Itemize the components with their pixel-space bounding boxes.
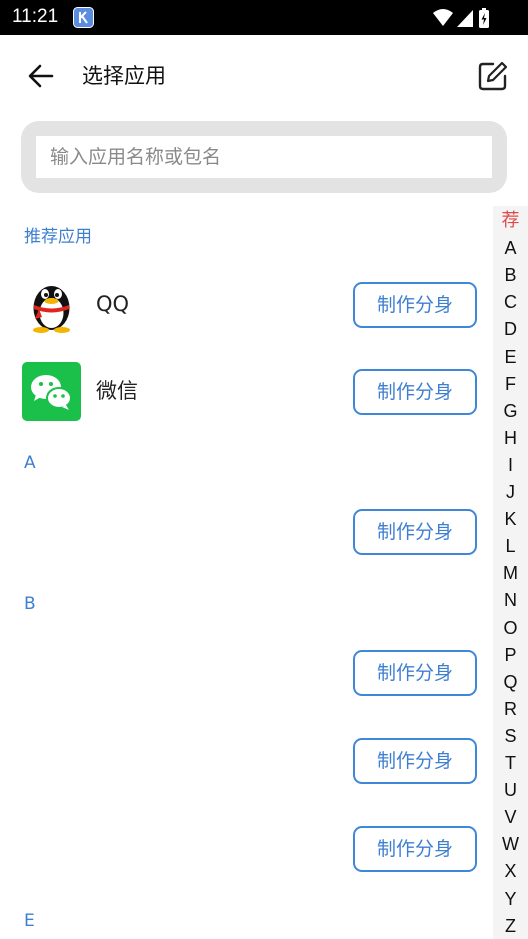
section-header-b: B bbox=[24, 594, 36, 614]
index-letter-15[interactable]: O bbox=[493, 617, 528, 639]
create-clone-button[interactable]: 制作分身 bbox=[353, 650, 477, 696]
index-letter-4[interactable]: D bbox=[493, 318, 528, 340]
index-letter-18[interactable]: R bbox=[493, 698, 528, 720]
index-letter-6[interactable]: F bbox=[493, 373, 528, 395]
app-name: QQ bbox=[96, 292, 130, 316]
index-letter-22[interactable]: V bbox=[493, 806, 528, 828]
section-header-a: A bbox=[24, 453, 36, 473]
index-letter-11[interactable]: K bbox=[493, 508, 528, 530]
section-header-recommended: 推荐应用 bbox=[24, 227, 92, 247]
create-clone-button[interactable]: 制作分身 bbox=[353, 509, 477, 555]
search-input[interactable] bbox=[36, 136, 492, 178]
index-letter-0[interactable]: 荐 bbox=[493, 210, 528, 232]
index-letter-12[interactable]: L bbox=[493, 535, 528, 557]
index-letter-24[interactable]: X bbox=[493, 860, 528, 882]
index-letter-9[interactable]: I bbox=[493, 454, 528, 476]
index-letter-26[interactable]: Z bbox=[493, 915, 528, 937]
page-title: 选择应用 bbox=[82, 64, 166, 88]
index-letter-8[interactable]: H bbox=[493, 427, 528, 449]
index-letter-17[interactable]: Q bbox=[493, 671, 528, 693]
index-letter-13[interactable]: M bbox=[493, 562, 528, 584]
wifi-icon bbox=[433, 9, 453, 26]
app-row-wechat[interactable]: 微信 制作分身 bbox=[0, 360, 490, 424]
index-letter-3[interactable]: C bbox=[493, 291, 528, 313]
app-row[interactable]: 制作分身 bbox=[0, 729, 490, 793]
wechat-icon bbox=[22, 362, 81, 421]
index-letter-7[interactable]: G bbox=[493, 400, 528, 422]
alphabet-index-bar[interactable]: 荐ABCDEFGHIJKLMNOPQRSTUVWXYZ bbox=[493, 206, 528, 939]
index-letter-1[interactable]: A bbox=[493, 237, 528, 259]
status-bar: 11:21 bbox=[0, 0, 528, 35]
app-row[interactable]: 制作分身 bbox=[0, 817, 490, 881]
qq-penguin-icon bbox=[33, 286, 70, 333]
index-letter-20[interactable]: T bbox=[493, 752, 528, 774]
create-clone-button[interactable]: 制作分身 bbox=[353, 826, 477, 872]
create-clone-button[interactable]: 制作分身 bbox=[353, 282, 477, 328]
index-letter-5[interactable]: E bbox=[493, 346, 528, 368]
status-icons bbox=[433, 8, 489, 28]
index-letter-14[interactable]: N bbox=[493, 589, 528, 611]
app-name: 微信 bbox=[96, 379, 138, 403]
index-letter-10[interactable]: J bbox=[493, 481, 528, 503]
app-row[interactable]: 制作分身 bbox=[0, 500, 490, 564]
app-row-qq[interactable]: QQ 制作分身 bbox=[0, 273, 490, 337]
create-clone-button[interactable]: 制作分身 bbox=[353, 738, 477, 784]
back-arrow-icon[interactable] bbox=[24, 59, 58, 93]
signal-icon bbox=[457, 10, 473, 27]
app-bar: 选择应用 bbox=[0, 35, 528, 119]
index-letter-23[interactable]: W bbox=[493, 833, 528, 855]
index-letter-2[interactable]: B bbox=[493, 264, 528, 286]
edit-icon[interactable] bbox=[476, 59, 510, 93]
status-time: 11:21 bbox=[12, 6, 59, 27]
battery-icon bbox=[479, 8, 489, 28]
index-letter-16[interactable]: P bbox=[493, 644, 528, 666]
index-letter-21[interactable]: U bbox=[493, 779, 528, 801]
index-letter-19[interactable]: S bbox=[493, 725, 528, 747]
search-box bbox=[21, 121, 507, 193]
notification-app-icon bbox=[73, 7, 94, 28]
create-clone-button[interactable]: 制作分身 bbox=[353, 369, 477, 415]
app-row[interactable]: 制作分身 bbox=[0, 641, 490, 705]
index-letter-25[interactable]: Y bbox=[493, 888, 528, 910]
section-header-e: E bbox=[24, 911, 35, 931]
